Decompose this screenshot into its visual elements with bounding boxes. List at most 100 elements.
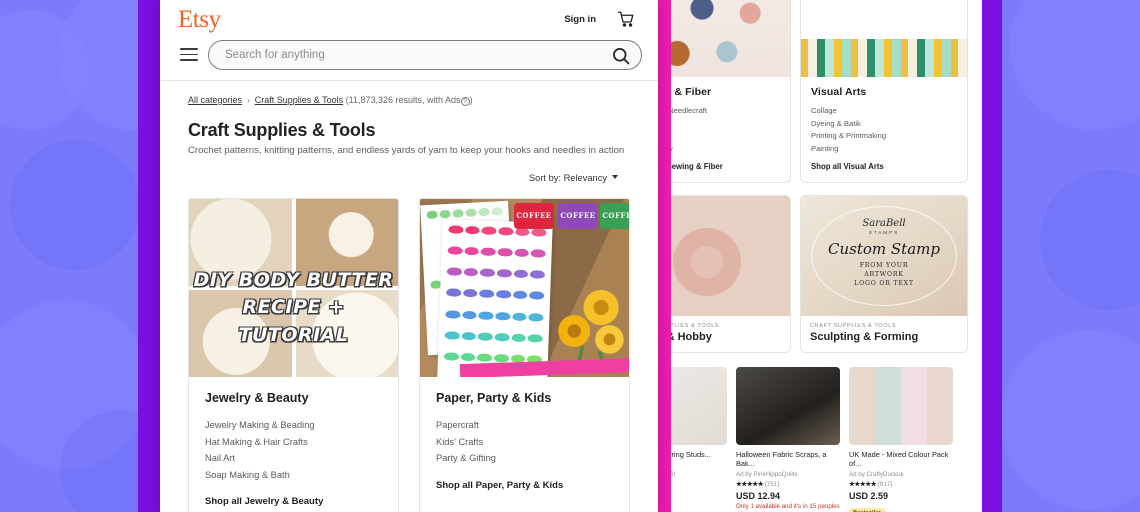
breadcrumb-meta-close: ) (469, 95, 473, 105)
feature-card-image: SaraBell STAMPS Custom Stamp FROM YOUR A… (801, 196, 967, 317)
category-card-link[interactable]: Jewelry Making & Beading (205, 417, 382, 434)
etsy-logo[interactable]: Etsy (178, 6, 221, 34)
sort-by-button[interactable]: Sort by: Relevancy (529, 173, 618, 183)
background-browser-panel[interactable]: Sewing & Fiber Sewing & Needlecraft Croc… (655, 0, 982, 512)
breadcrumb-current[interactable]: Craft Supplies & Tools (255, 95, 343, 105)
stamp-line-3: LOGO OR TEXT (854, 280, 914, 288)
category-card-image-body-butter: DIY BODY BUTTER RECIPE + TUTORIAL (189, 199, 398, 377)
product-listing-row: Chain Link Earring Studs... Tineads ★★★★… (655, 359, 982, 512)
star-icons: ★★★★★ (736, 480, 764, 488)
shopping-cart-icon[interactable] (616, 10, 636, 28)
breadcrumb-separator: › (247, 96, 250, 105)
stamp-line-2: ARTWORK (864, 271, 904, 279)
category-card-link[interactable]: Knitting (655, 130, 780, 143)
category-card-link[interactable]: Papercraft (436, 417, 613, 434)
category-card-link[interactable]: Crochet (655, 118, 780, 131)
category-card-link[interactable]: Nail Art (205, 450, 382, 467)
sunflower-decoration (549, 281, 629, 371)
category-card-link[interactable]: Kids' Crafts (436, 434, 613, 451)
feature-card-sculpting-forming[interactable]: SaraBell STAMPS Custom Stamp FROM YOUR A… (800, 195, 968, 354)
category-card-link[interactable]: Soap Making & Bath (205, 467, 382, 484)
category-card-jewelry-beauty[interactable]: DIY BODY BUTTER RECIPE + TUTORIAL Jewelr… (188, 198, 399, 512)
background-accent-strip-left (138, 0, 160, 512)
feature-card-image (655, 196, 790, 317)
category-card-heading: Paper, Party & Kids (436, 391, 552, 405)
category-card-shop-all[interactable]: Shop all Paper, Party & Kids (436, 480, 613, 491)
category-card-row-top: Sewing & Fiber Sewing & Needlecraft Croc… (655, 0, 982, 184)
product-card[interactable]: Halloween Fabric Scraps, a Bak... Ad by … (736, 367, 840, 512)
star-icons: ★★★★★ (849, 480, 877, 488)
search-input[interactable] (225, 41, 597, 69)
category-card-link[interactable]: Collage (811, 105, 957, 118)
chevron-down-icon (612, 175, 618, 179)
stamp-line-1: FROM YOUR (859, 262, 909, 270)
product-image (849, 367, 953, 446)
coffee-cup-sticker: COFFEE (514, 203, 554, 229)
feature-card-eyebrow: CRAFT SUPPLIES & TOOLS (810, 323, 897, 330)
category-card-link[interactable]: Sewing & Needlecraft (655, 105, 780, 118)
etsy-header: Etsy Sign in (160, 0, 658, 38)
product-rating: ★★★★★ (751) (736, 480, 840, 488)
category-card-grid: DIY BODY BUTTER RECIPE + TUTORIAL Jewelr… (188, 198, 640, 512)
search-row (160, 38, 658, 78)
coffee-cup-sticker: COFFEE (558, 203, 598, 229)
page-subtitle: Crochet patterns, knitting patterns, and… (188, 145, 625, 156)
product-price: USD 2.59 (849, 490, 889, 501)
category-card-shop-all[interactable]: Shop all Sewing & Fiber (655, 162, 780, 171)
promo-text-line-1: DIY BODY BUTTER (193, 268, 394, 291)
bg-bubble (1000, 330, 1140, 510)
category-card-heading: Sewing & Fiber (655, 86, 712, 98)
category-card-sewing-fiber[interactable]: Sewing & Fiber Sewing & Needlecraft Croc… (655, 0, 791, 184)
feature-card-title: Home & Hobby (655, 331, 712, 344)
sort-row: Sort by: Relevancy (188, 168, 640, 186)
breadcrumb-all-categories[interactable]: All categories (188, 95, 242, 105)
product-title[interactable]: Halloween Fabric Scraps, a Bak... (736, 450, 840, 469)
product-rating: ★★★★★ (917) (849, 480, 953, 488)
category-card-shop-all[interactable]: Shop all Visual Arts (811, 162, 957, 171)
product-title[interactable]: UK Made - Mixed Colour Pack of... (849, 450, 953, 469)
category-card-link[interactable]: Hat Making & Hair Crafts (205, 434, 382, 451)
promo-text-line-2: RECIPE + TUTORIAL (238, 296, 349, 346)
category-card-link[interactable]: Dyeing & Batik (811, 118, 957, 131)
bg-bubble (1040, 170, 1140, 310)
etsy-main-content: All categories › Craft Supplies & Tools (1… (160, 81, 658, 512)
background-accent-strip-right (980, 0, 1002, 512)
category-card-heading: Visual Arts (811, 86, 867, 98)
feature-card-title: Sculpting & Forming (810, 331, 919, 344)
coffee-cup-label: COFFEE (560, 211, 596, 220)
feature-card-row: CRAFT SUPPLIES & TOOLS Home & Hobby Sara… (655, 195, 982, 354)
category-card-link[interactable]: Painting (811, 143, 957, 156)
breadcrumb-results-count: (11,873,326 results, with Ads (345, 95, 461, 105)
search-icon[interactable] (611, 46, 631, 66)
breadcrumb: All categories › Craft Supplies & Tools (1… (188, 91, 640, 108)
help-icon[interactable]: ? (460, 97, 470, 106)
category-card-link[interactable]: Printing & Printmaking (811, 130, 957, 143)
page-title: Craft Supplies & Tools (188, 120, 376, 140)
hamburger-menu-icon[interactable] (180, 48, 198, 65)
product-bestseller-badge: Bestseller (849, 507, 885, 512)
stamp-title: Custom Stamp (828, 240, 940, 259)
product-ad-by: Ad by PinkHippoQuilts (736, 470, 798, 478)
coffee-cup-sticker: COFFEE (600, 203, 629, 229)
product-scarcity-note: Only 1 available and it's in 15 peoples … (736, 502, 840, 512)
stamp-brand: SaraBell (862, 218, 906, 230)
category-card-image (801, 0, 967, 77)
sort-by-label: Sort by: Relevancy (528, 173, 607, 183)
etsy-browser-window[interactable]: Etsy Sign in All categories › Craft Suppli… (160, 0, 658, 512)
category-card-image (655, 0, 790, 77)
category-card-shop-all[interactable]: Shop all Jewelry & Beauty (205, 496, 382, 507)
category-card-link[interactable]: Party & Gifting (436, 450, 613, 467)
product-price: USD 12.94 (736, 490, 781, 501)
category-card-image-stickers: COFFEE COFFEE COFFEE (420, 199, 629, 377)
sticker-sheet-front (437, 219, 553, 377)
category-card-paper-party-kids[interactable]: COFFEE COFFEE COFFEE (419, 198, 630, 512)
sign-in-link[interactable]: Sign in (564, 14, 596, 25)
product-card[interactable]: UK Made - Mixed Colour Pack of... Ad by … (849, 367, 953, 512)
bg-bubble (10, 140, 140, 270)
feature-card-home-hobby[interactable]: CRAFT SUPPLIES & TOOLS Home & Hobby (655, 195, 791, 354)
search-box[interactable] (208, 40, 642, 70)
category-card-link[interactable]: Embroidery (655, 143, 780, 156)
feature-card-eyebrow: CRAFT SUPPLIES & TOOLS (655, 323, 720, 330)
category-card-visual-arts[interactable]: Visual Arts Collage Dyeing & Batik Print… (800, 0, 968, 184)
product-ad-by: Ad by CraftyDuckuk (849, 470, 904, 478)
